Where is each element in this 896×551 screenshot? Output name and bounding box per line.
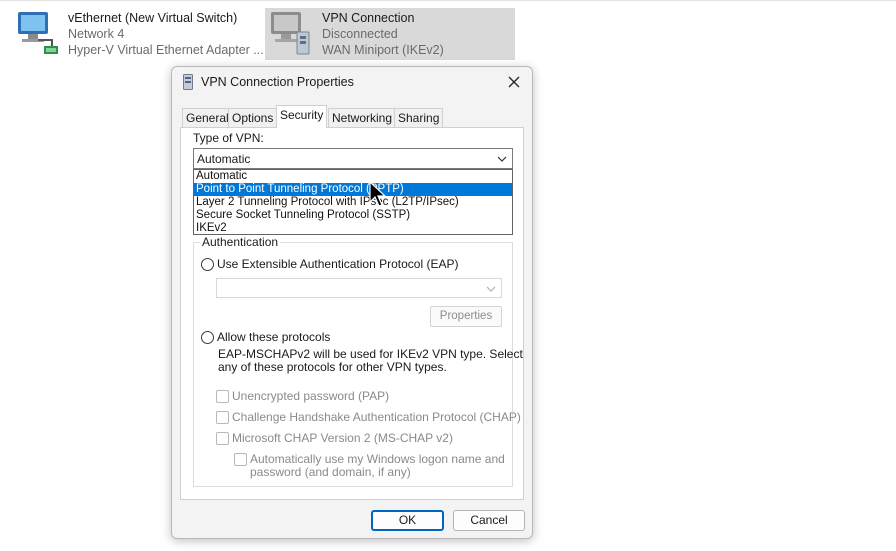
- tab-general[interactable]: General: [182, 108, 233, 127]
- type-of-vpn-label: Type of VPN:: [193, 131, 264, 145]
- vpn-type-select[interactable]: Automatic: [193, 148, 513, 169]
- ok-button[interactable]: OK: [371, 510, 444, 531]
- tab-security[interactable]: Security: [276, 105, 328, 128]
- eap-method-select[interactable]: [216, 278, 502, 298]
- allow-protocols-radio[interactable]: [201, 331, 214, 344]
- tab-options[interactable]: Options: [228, 108, 278, 127]
- close-icon[interactable]: [502, 71, 526, 93]
- vpn-option-l2tp[interactable]: Layer 2 Tunneling Protocol with IPsec (L…: [194, 196, 512, 209]
- pap-checkbox[interactable]: [216, 390, 229, 403]
- vpn-option-automatic[interactable]: Automatic: [194, 170, 512, 183]
- allow-note-line2: any of these protocols for other VPN typ…: [218, 360, 447, 374]
- authentication-group: Authentication Use Extensible Authentica…: [193, 235, 523, 487]
- cancel-button[interactable]: Cancel: [453, 510, 525, 531]
- chap-label: Challenge Handshake Authentication Proto…: [232, 410, 521, 424]
- chap-checkbox[interactable]: [216, 411, 229, 424]
- dialog-titlebar[interactable]: VPN Connection Properties: [172, 67, 532, 97]
- auto-logon-label-line2: password (and domain, if any): [250, 465, 411, 479]
- vpn-option-sstp[interactable]: Secure Socket Tunneling Protocol (SSTP): [194, 209, 512, 222]
- vpn-type-dropdown-list: Automatic Point to Point Tunneling Proto…: [193, 169, 513, 235]
- connection-vpn[interactable]: VPN Connection Disconnected WAN Miniport…: [265, 8, 515, 60]
- allow-protocols-label: Allow these protocols: [217, 330, 331, 344]
- authentication-title: Authentication: [200, 235, 281, 249]
- chevron-down-icon: [485, 283, 497, 295]
- tab-networking[interactable]: Networking: [328, 108, 397, 127]
- connection-status: Disconnected: [322, 27, 398, 41]
- mschap-checkbox[interactable]: [216, 432, 229, 445]
- allow-note-line1: EAP-MSCHAPv2 will be used for IKEv2 VPN …: [218, 347, 523, 361]
- vpn-option-ikev2[interactable]: IKEv2: [194, 222, 512, 235]
- top-border: [0, 0, 896, 1]
- chevron-down-icon: [496, 153, 508, 165]
- vpn-properties-dialog: VPN Connection Properties General Option…: [171, 66, 533, 539]
- connection-adapter: Hyper-V Virtual Ethernet Adapter ...: [68, 43, 264, 57]
- connection-name: VPN Connection: [322, 11, 415, 25]
- auto-logon-checkbox[interactable]: [234, 453, 247, 466]
- vpn-window-icon: [183, 74, 193, 90]
- connection-vethernet[interactable]: vEthernet (New Virtual Switch) Network 4…: [12, 8, 264, 60]
- connection-network: Network 4: [68, 27, 125, 41]
- pap-label: Unencrypted password (PAP): [232, 389, 390, 403]
- eap-radio[interactable]: [201, 258, 214, 271]
- connection-adapter: WAN Miniport (IKEv2): [322, 43, 444, 57]
- mschap-label: Microsoft CHAP Version 2 (MS-CHAP v2): [232, 431, 453, 445]
- vpn-option-pptp[interactable]: Point to Point Tunneling Protocol (PPTP): [194, 183, 512, 196]
- properties-button[interactable]: Properties: [430, 306, 502, 327]
- mouse-pointer-icon: [369, 180, 389, 209]
- auto-logon-label-line1: Automatically use my Windows logon name …: [250, 452, 505, 466]
- network-adapter-icon: [16, 10, 60, 56]
- vpn-type-value: Automatic: [197, 152, 251, 166]
- tab-sharing[interactable]: Sharing: [394, 108, 444, 127]
- eap-radio-label: Use Extensible Authentication Protocol (…: [217, 257, 459, 271]
- connection-name: vEthernet (New Virtual Switch): [68, 11, 238, 25]
- security-tab-panel: Type of VPN: Automatic Automatic Point t…: [180, 127, 524, 500]
- vpn-connection-icon: [269, 10, 313, 56]
- dialog-title: VPN Connection Properties: [201, 75, 354, 89]
